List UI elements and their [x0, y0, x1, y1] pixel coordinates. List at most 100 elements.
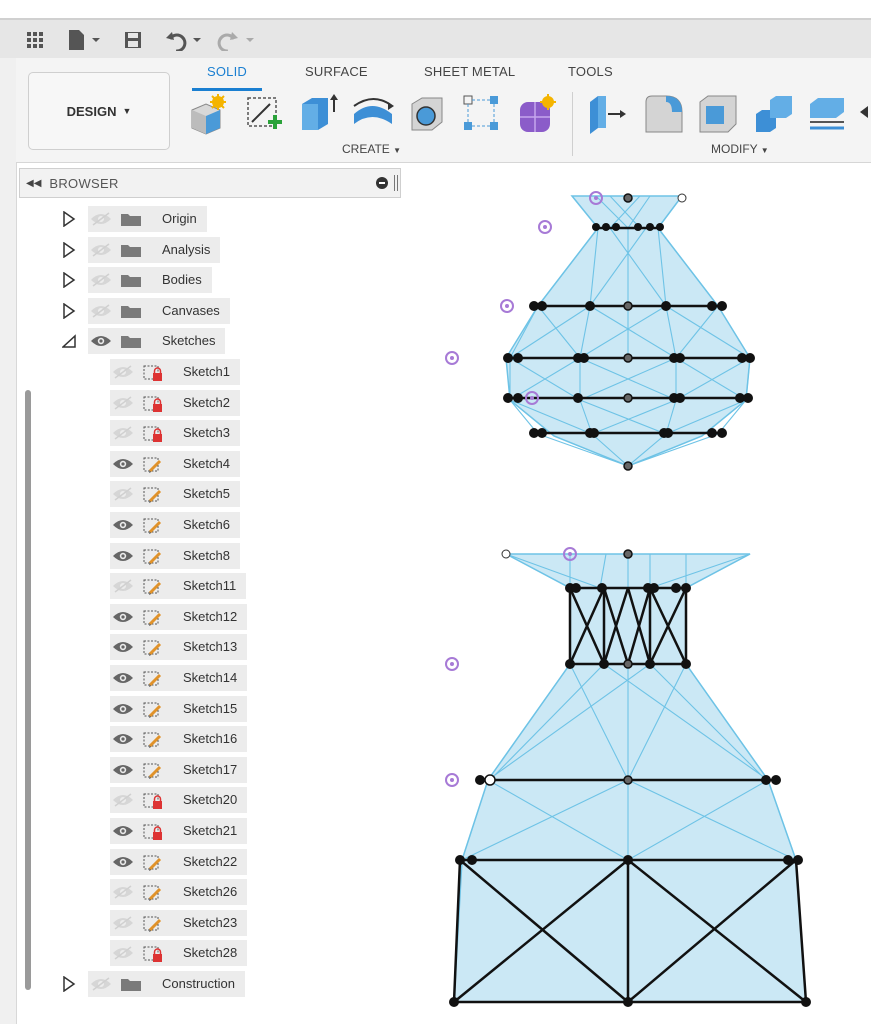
hidden-eye-icon[interactable]	[90, 211, 112, 227]
folder-icon	[120, 303, 142, 319]
browser-folder-row[interactable]: Origin	[0, 206, 400, 232]
hidden-eye-icon[interactable]	[112, 884, 134, 900]
folder-icon	[120, 976, 142, 992]
visibility-eye-icon[interactable]	[112, 823, 134, 839]
revolve-icon[interactable]	[350, 92, 394, 136]
undo-icon[interactable]	[164, 26, 204, 54]
model-viewport[interactable]	[410, 180, 871, 1024]
browser-sketch-row[interactable]: Sketch3	[0, 420, 400, 446]
file-icon[interactable]	[64, 26, 104, 54]
visibility-eye-icon[interactable]	[112, 456, 134, 472]
visibility-eye-icon[interactable]	[112, 609, 134, 625]
folder-icon	[120, 272, 142, 288]
title-bar-gap	[0, 0, 871, 18]
browser-sketch-row[interactable]: Sketch6	[0, 512, 400, 538]
browser-sketch-row[interactable]: Sketch16	[0, 726, 400, 752]
hidden-eye-icon[interactable]	[90, 272, 112, 288]
new-component-icon[interactable]	[186, 92, 226, 136]
browser-sketch-row[interactable]: Sketch11	[0, 573, 400, 599]
browser-sketch-row[interactable]: Sketch21	[0, 818, 400, 844]
grid-icon[interactable]	[22, 26, 48, 54]
visibility-eye-icon[interactable]	[112, 548, 134, 564]
hidden-eye-icon[interactable]	[112, 425, 134, 441]
browser-folder-row[interactable]: Canvases	[0, 298, 400, 324]
browser-sketch-row[interactable]: Sketch8	[0, 543, 400, 569]
browser-sketch-row[interactable]: Sketch17	[0, 757, 400, 783]
pattern-icon[interactable]	[460, 92, 500, 136]
locked-sketch-icon	[142, 425, 164, 442]
browser-sketch-row[interactable]: Sketch13	[0, 634, 400, 660]
hidden-eye-icon[interactable]	[112, 578, 134, 594]
browser-folder-row[interactable]: Sketches	[0, 328, 400, 354]
hidden-eye-icon[interactable]	[112, 792, 134, 808]
browser-sketch-row[interactable]: Sketch5	[0, 481, 400, 507]
hidden-eye-icon[interactable]	[90, 242, 112, 258]
visibility-eye-icon[interactable]	[112, 639, 134, 655]
browser-sketch-row[interactable]: Sketch4	[0, 451, 400, 477]
tab-solid[interactable]: SOLID	[207, 64, 247, 79]
create-group-label: CREATE	[342, 142, 390, 156]
scale-icon[interactable]	[806, 92, 846, 136]
browser-folder-row[interactable]: Analysis	[0, 237, 400, 263]
collapsed-arrow-icon[interactable]	[62, 975, 76, 993]
browser-sketch-row[interactable]: Sketch28	[0, 940, 400, 966]
collapsed-arrow-icon[interactable]	[62, 271, 76, 289]
hidden-eye-icon[interactable]	[90, 303, 112, 319]
browser-sketch-row[interactable]: Sketch26	[0, 879, 400, 905]
visibility-eye-icon[interactable]	[112, 517, 134, 533]
hidden-eye-icon[interactable]	[112, 915, 134, 931]
collapse-panel-icon[interactable]: ◀◀	[26, 178, 41, 189]
visibility-eye-icon[interactable]	[112, 731, 134, 747]
collapsed-arrow-icon[interactable]	[62, 302, 76, 320]
browser-sketch-row[interactable]: Sketch2	[0, 390, 400, 416]
extrude-icon[interactable]	[296, 92, 338, 136]
visibility-eye-icon[interactable]	[90, 333, 112, 349]
create-form-icon[interactable]	[516, 92, 556, 136]
browser-sketch-row[interactable]: Sketch15	[0, 696, 400, 722]
collapsed-arrow-icon[interactable]	[62, 210, 76, 228]
visibility-eye-icon[interactable]	[112, 670, 134, 686]
workspace-switcher-button[interactable]: DESIGN ▼	[28, 72, 170, 150]
hole-icon[interactable]	[406, 92, 446, 136]
hidden-eye-icon[interactable]	[112, 945, 134, 961]
expanded-arrow-icon[interactable]	[61, 333, 76, 349]
visibility-eye-icon[interactable]	[112, 701, 134, 717]
browser-sketch-row[interactable]: Sketch20	[0, 787, 400, 813]
browser-folder-row[interactable]: Bodies	[0, 267, 400, 293]
browser-sketch-row[interactable]: Sketch14	[0, 665, 400, 691]
hidden-eye-icon[interactable]	[112, 486, 134, 502]
save-icon[interactable]	[120, 26, 146, 54]
sketch-icon	[142, 762, 164, 779]
visibility-eye-icon[interactable]	[112, 854, 134, 870]
hidden-eye-icon[interactable]	[90, 976, 112, 992]
fillet-icon[interactable]	[642, 92, 683, 136]
browser-folder-row[interactable]: Construction	[0, 971, 400, 997]
tab-tools[interactable]: TOOLS	[568, 64, 613, 79]
modify-menu[interactable]: MODIFY ▼	[711, 142, 769, 156]
press-pull-icon[interactable]	[586, 92, 626, 136]
create-sketch-icon[interactable]	[242, 92, 282, 136]
sketch-icon	[142, 578, 164, 595]
hidden-eye-icon[interactable]	[112, 395, 134, 411]
create-menu[interactable]: CREATE ▼	[342, 142, 401, 156]
browser-sketch-row[interactable]: Sketch22	[0, 849, 400, 875]
tab-sheet-metal[interactable]: SHEET METAL	[424, 64, 515, 79]
combine-icon[interactable]	[752, 92, 792, 136]
browser-sketch-row[interactable]: Sketch12	[0, 604, 400, 630]
modify-group-label: MODIFY	[711, 142, 758, 156]
hidden-eye-icon[interactable]	[112, 364, 134, 380]
browser-item-label: Analysis	[162, 242, 211, 257]
browser-item-label: Sketch17	[183, 762, 238, 777]
browser-item-label: Sketch6	[183, 517, 230, 532]
collapsed-arrow-icon[interactable]	[62, 241, 76, 259]
visibility-eye-icon[interactable]	[112, 762, 134, 778]
browser-sketch-row[interactable]: Sketch23	[0, 910, 400, 936]
shell-icon[interactable]	[696, 92, 737, 136]
minimize-icon[interactable]	[376, 177, 388, 189]
panel-resize-handle[interactable]	[394, 175, 398, 191]
tab-surface[interactable]: SURFACE	[305, 64, 368, 79]
sketch-icon	[142, 701, 164, 718]
browser-sketch-row[interactable]: Sketch1	[0, 359, 400, 385]
chevron-left-icon[interactable]	[856, 92, 871, 136]
redo-icon[interactable]	[214, 26, 258, 54]
